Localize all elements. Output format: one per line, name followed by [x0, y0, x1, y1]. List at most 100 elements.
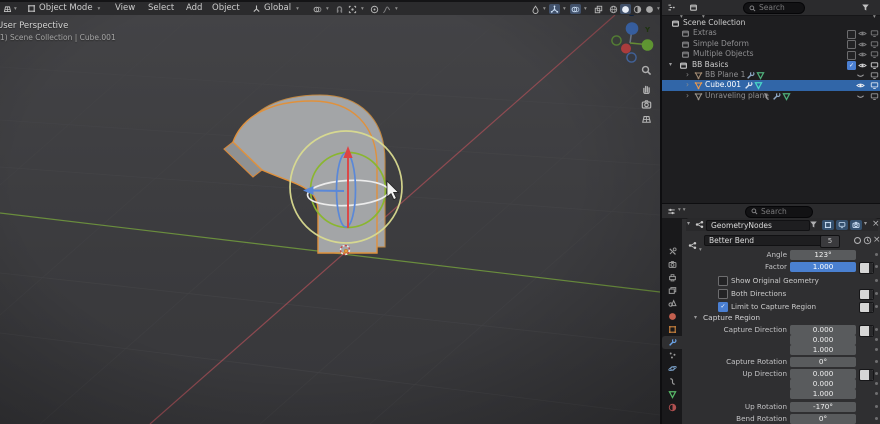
- decorator-dot[interactable]: [875, 279, 878, 282]
- tab-view-layer[interactable]: [662, 284, 682, 297]
- shading-solid-button[interactable]: [620, 4, 631, 14]
- section-expand-chevron[interactable]: ▾: [694, 314, 697, 321]
- shading-material-button[interactable]: [632, 4, 643, 14]
- decorator-dot[interactable]: [875, 382, 878, 385]
- tab-particles[interactable]: [662, 349, 682, 362]
- monitor-icon[interactable]: [870, 81, 879, 90]
- node-group-name-field[interactable]: Better Bend: [704, 235, 824, 247]
- monitor-icon[interactable]: [870, 61, 879, 70]
- tab-output[interactable]: [662, 271, 682, 284]
- show-original-geometry-checkbox[interactable]: [718, 276, 728, 286]
- tab-tool[interactable]: [662, 245, 682, 258]
- eye-closed-icon[interactable]: [856, 71, 865, 80]
- input-attribute-toggle[interactable]: [859, 302, 874, 314]
- up-rotation-field[interactable]: -170°: [790, 402, 856, 412]
- tab-constraints[interactable]: [662, 375, 682, 388]
- transform-orientation-dropdown[interactable]: Global: [252, 2, 299, 15]
- eye-icon[interactable]: [858, 40, 867, 49]
- decorator-dot[interactable]: [875, 360, 878, 363]
- decorator-dot[interactable]: [875, 265, 878, 268]
- menu-select[interactable]: Select: [148, 2, 174, 15]
- exclude-checkbox[interactable]: [847, 51, 856, 60]
- outliner-row-simple-deform[interactable]: Simple Deform: [662, 39, 880, 49]
- funnel-icon[interactable]: [809, 220, 818, 229]
- outliner-editor-type-button[interactable]: [666, 2, 677, 12]
- both-directions-checkbox[interactable]: [718, 289, 728, 299]
- exclude-checkbox[interactable]: [847, 30, 856, 39]
- monitor-icon[interactable]: [870, 40, 879, 49]
- capture-direction-y[interactable]: 0.000: [790, 335, 856, 345]
- outliner-row-unraveling-plane[interactable]: Unraveling plane: [662, 91, 880, 101]
- capture-rotation-field[interactable]: 0°: [790, 357, 856, 367]
- viewport-3d[interactable]: User Perspective (1) Scene Collection | …: [0, 15, 660, 424]
- properties-search-input[interactable]: Search: [745, 206, 813, 218]
- decorator-dot[interactable]: [875, 328, 878, 331]
- outliner-search-input[interactable]: Search: [743, 2, 805, 14]
- modifier-close-button[interactable]: [872, 219, 880, 229]
- node-group-unlink-button[interactable]: [873, 235, 880, 245]
- editor-type-button[interactable]: [3, 2, 17, 15]
- object-visibility-dropdown[interactable]: [530, 4, 541, 14]
- input-attribute-toggle[interactable]: [859, 289, 874, 301]
- decorator-dot[interactable]: [875, 338, 878, 341]
- modifier-realtime-toggle[interactable]: [836, 220, 848, 230]
- up-direction-z[interactable]: 1.000: [790, 389, 856, 399]
- show-gizmo-toggle[interactable]: [549, 4, 560, 14]
- up-direction-y[interactable]: 0.000: [790, 379, 856, 389]
- menu-object[interactable]: Object: [212, 2, 240, 15]
- clock-icon[interactable]: [863, 236, 872, 245]
- eye-icon[interactable]: [856, 81, 865, 90]
- decorator-dot[interactable]: [875, 372, 878, 375]
- snap-target-dropdown[interactable]: [347, 4, 358, 14]
- snap-magnet-toggle[interactable]: [334, 4, 345, 14]
- decorator-dot[interactable]: [875, 417, 878, 420]
- decorator-dot[interactable]: [875, 405, 878, 408]
- monitor-icon[interactable]: [870, 50, 879, 59]
- capture-direction-z[interactable]: 1.000: [790, 345, 856, 355]
- exclude-checkbox[interactable]: [847, 61, 856, 70]
- shading-rendered-button[interactable]: [644, 4, 655, 14]
- show-overlays-toggle[interactable]: [570, 4, 581, 14]
- bend-rotation-field[interactable]: 0°: [790, 414, 856, 424]
- proportional-falloff-dropdown[interactable]: [381, 4, 392, 14]
- outliner-row-cube-001[interactable]: Cube.001: [662, 80, 880, 90]
- exclude-checkbox[interactable]: [847, 40, 856, 49]
- factor-slider[interactable]: 1.000: [790, 262, 856, 272]
- outliner-row-extras[interactable]: Extras: [662, 28, 880, 38]
- outliner-row-bb-plane-1[interactable]: BB Plane 1: [662, 70, 880, 80]
- tab-world[interactable]: [662, 310, 682, 323]
- outliner-display-mode-button[interactable]: [688, 2, 699, 12]
- fake-user-icon[interactable]: [853, 236, 862, 245]
- modifier-extras-chevron[interactable]: ▾: [864, 220, 867, 227]
- decorator-dot[interactable]: [875, 392, 878, 395]
- xray-toggle[interactable]: [593, 4, 604, 14]
- expand-arrow-icon[interactable]: [686, 91, 689, 101]
- tab-object-data[interactable]: [662, 388, 682, 401]
- eye-icon[interactable]: [858, 61, 867, 70]
- outliner-row-multiple-objects[interactable]: Multiple Objects: [662, 49, 880, 59]
- tab-modifiers[interactable]: [662, 336, 682, 349]
- eye-closed-icon[interactable]: [856, 92, 865, 101]
- angle-value-field[interactable]: 123°: [790, 250, 856, 260]
- modifier-name-field[interactable]: GeometryNodes: [706, 220, 810, 231]
- users-count-button[interactable]: 5: [820, 235, 840, 249]
- modifier-expand-chevron[interactable]: ▾: [687, 220, 690, 227]
- outliner-row-bb-basics[interactable]: ▾ BB Basics: [662, 60, 880, 70]
- tab-render[interactable]: [662, 258, 682, 271]
- expand-arrow-icon[interactable]: [686, 70, 689, 80]
- input-attribute-toggle[interactable]: [859, 369, 874, 381]
- monitor-icon[interactable]: [870, 71, 879, 80]
- capture-region-section-header[interactable]: Capture Region: [703, 313, 760, 322]
- modifier-render-toggle[interactable]: [850, 220, 862, 230]
- monitor-icon[interactable]: [870, 29, 879, 38]
- menu-view[interactable]: View: [115, 2, 135, 15]
- tab-scene[interactable]: [662, 297, 682, 310]
- proportional-editing-toggle[interactable]: [369, 4, 380, 14]
- decorator-dot[interactable]: [875, 292, 878, 295]
- pivot-point-dropdown[interactable]: [312, 4, 323, 14]
- decorator-dot[interactable]: [875, 305, 878, 308]
- expand-arrow-icon[interactable]: [686, 80, 689, 90]
- outliner-row-scene-collection[interactable]: Scene Collection: [662, 18, 880, 28]
- decorator-dot[interactable]: [875, 253, 878, 256]
- outliner-filter-button[interactable]: [860, 2, 871, 12]
